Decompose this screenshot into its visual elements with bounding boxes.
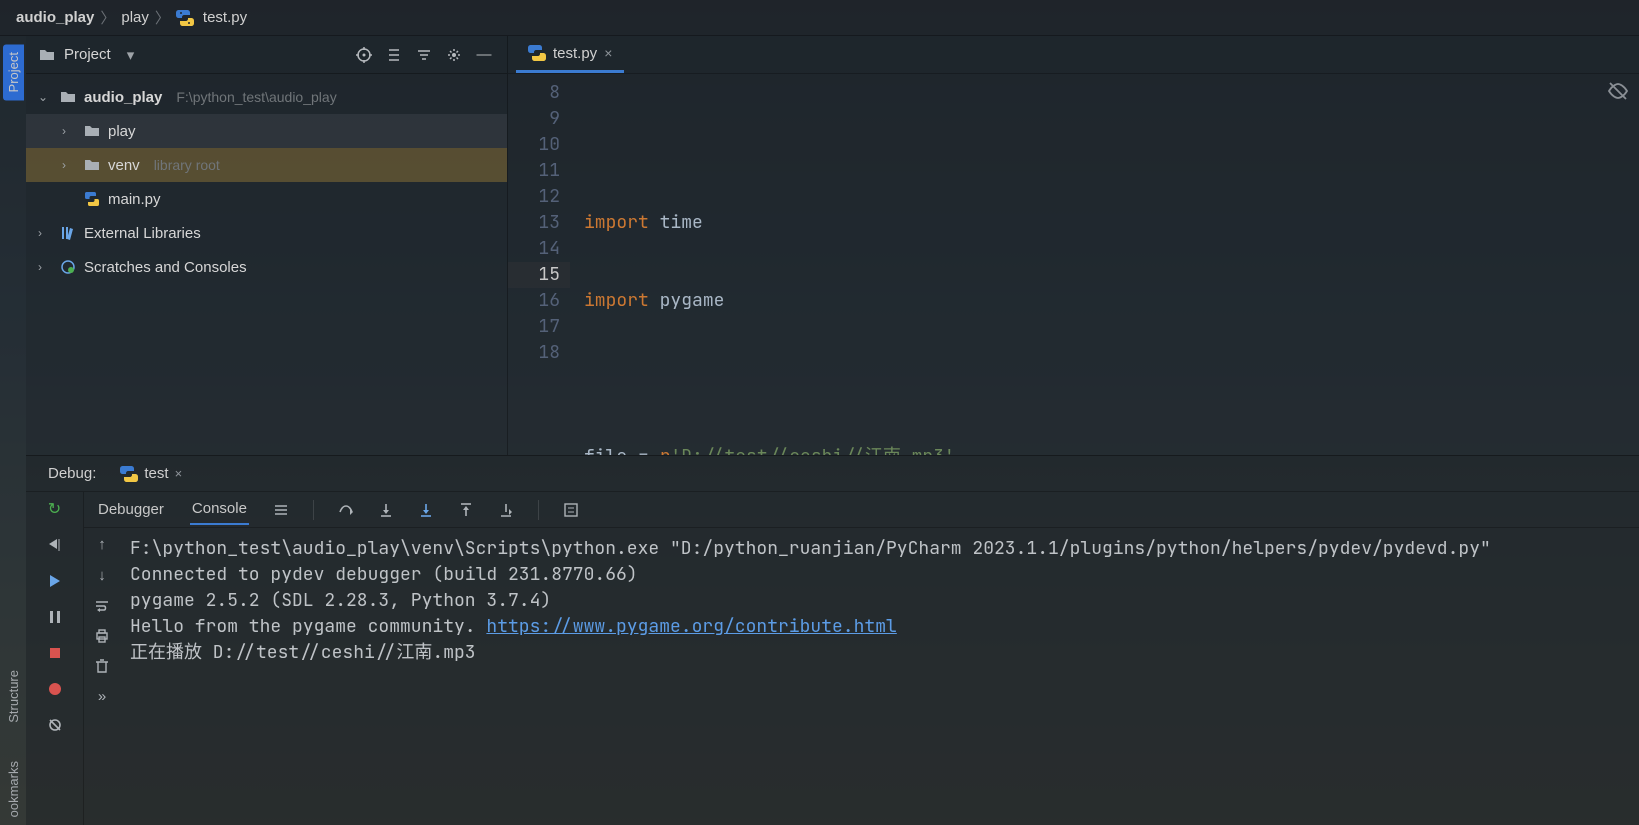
tree-label: play xyxy=(108,123,136,140)
modify-run-icon[interactable] xyxy=(42,534,68,556)
editor-area: test.py × 891011121314 15 161718 import … xyxy=(508,36,1639,455)
debug-title: Debug: xyxy=(48,465,96,482)
tree-label: main.py xyxy=(108,191,161,208)
reader-mode-icon[interactable] xyxy=(1607,80,1629,102)
code-editor[interactable]: 891011121314 15 161718 import time impor… xyxy=(508,74,1639,455)
project-icon xyxy=(38,46,56,64)
evaluate-icon[interactable] xyxy=(563,502,579,518)
chevron-right-icon[interactable]: › xyxy=(38,260,52,274)
debug-action-column: ↻ xyxy=(26,492,84,825)
tree-label: venv xyxy=(108,157,140,174)
close-tab-icon[interactable]: × xyxy=(604,45,612,61)
folder-icon xyxy=(60,89,76,105)
breadcrumb-sep-icon: 〉 xyxy=(100,7,115,28)
project-title[interactable]: Project xyxy=(64,46,111,63)
chevron-down-icon[interactable]: ⌄ xyxy=(38,90,52,104)
rerun-icon[interactable]: ↻ xyxy=(42,498,68,520)
pygame-link[interactable]: https://www.pygame.org/contribute.html xyxy=(486,615,896,638)
chevron-right-icon[interactable]: › xyxy=(62,158,76,172)
breadcrumb-root[interactable]: audio_play xyxy=(16,9,94,26)
soft-wrap-icon[interactable] xyxy=(94,598,110,614)
project-header: Project ▾ — xyxy=(26,36,507,74)
resume-icon[interactable] xyxy=(42,570,68,592)
print-icon[interactable] xyxy=(94,628,110,644)
chevron-right-icon[interactable]: › xyxy=(38,226,52,240)
breadcrumb-sep-icon: 〉 xyxy=(155,7,170,28)
stop-icon[interactable] xyxy=(42,642,68,664)
debugger-tab[interactable]: Debugger xyxy=(96,495,166,524)
expand-all-icon[interactable] xyxy=(383,44,405,66)
breadcrumb-file[interactable]: test.py xyxy=(176,9,247,27)
debug-tool-window: Debug: test × ↻ xyxy=(26,455,1639,825)
tree-label: External Libraries xyxy=(84,225,201,242)
tree-external-libraries[interactable]: › External Libraries xyxy=(26,216,507,250)
structure-tool-tab[interactable]: Structure xyxy=(3,662,24,731)
tree-meta: library root xyxy=(154,157,220,173)
close-icon[interactable]: × xyxy=(175,466,183,481)
console-action-column: ↑ ↓ » xyxy=(84,528,120,825)
view-breakpoints-icon[interactable] xyxy=(42,678,68,700)
threads-icon[interactable] xyxy=(273,502,289,518)
debug-run-tab-label: test xyxy=(144,465,168,482)
scroll-down-icon[interactable]: ↓ xyxy=(98,567,106,584)
collapse-all-icon[interactable] xyxy=(413,44,435,66)
editor-gutter: 891011121314 15 161718 xyxy=(508,74,570,455)
clear-icon[interactable] xyxy=(94,658,110,674)
python-file-icon xyxy=(120,465,138,483)
step-into-icon[interactable] xyxy=(378,502,394,518)
left-tool-strip: Project Structure ookmarks xyxy=(0,36,26,825)
step-into-my-icon[interactable] xyxy=(418,502,434,518)
tree-file-main[interactable]: main.py xyxy=(26,182,507,216)
python-file-icon xyxy=(176,9,194,27)
locate-icon[interactable] xyxy=(353,44,375,66)
debug-console-output[interactable]: F:\python_test\audio_play\venv\Scripts\p… xyxy=(120,528,1639,825)
run-to-cursor-icon[interactable] xyxy=(498,502,514,518)
project-tree[interactable]: ⌄ audio_play F:\python_test\audio_play ›… xyxy=(26,74,507,455)
step-out-icon[interactable] xyxy=(458,502,474,518)
debug-header: Debug: test × xyxy=(26,456,1639,492)
project-view-dropdown-icon[interactable]: ▾ xyxy=(127,46,135,64)
tree-root-path: F:\python_test\audio_play xyxy=(176,89,336,105)
settings-icon[interactable] xyxy=(443,44,465,66)
project-tool-window: Project ▾ — ⌄ audio_play xyxy=(26,36,508,455)
editor-code[interactable]: import time import pygame file = r'D://t… xyxy=(570,74,1639,455)
editor-tab-label: test.py xyxy=(553,45,597,62)
tree-folder-play[interactable]: › play xyxy=(26,114,507,148)
breadcrumb-file-label: test.py xyxy=(203,9,247,26)
debug-tabs: Debugger Console xyxy=(84,492,1639,528)
scratches-icon xyxy=(60,259,76,275)
tree-root[interactable]: ⌄ audio_play F:\python_test\audio_play xyxy=(26,80,507,114)
debug-run-tab[interactable]: test × xyxy=(110,461,192,487)
python-file-icon xyxy=(84,191,100,207)
tree-folder-venv[interactable]: › venv library root xyxy=(26,148,507,182)
step-over-icon[interactable] xyxy=(338,502,354,518)
editor-tabbar: test.py × xyxy=(508,36,1639,74)
tree-root-label: audio_play xyxy=(84,89,162,106)
hide-panel-icon[interactable]: — xyxy=(473,44,495,66)
pause-icon[interactable] xyxy=(42,606,68,628)
project-tool-tab[interactable]: Project xyxy=(3,44,24,100)
folder-icon xyxy=(84,123,100,139)
breadcrumb-folder[interactable]: play xyxy=(121,9,149,26)
console-tab[interactable]: Console xyxy=(190,494,249,525)
folder-icon xyxy=(84,157,100,173)
bookmarks-tool-tab[interactable]: ookmarks xyxy=(3,753,24,825)
mute-breakpoints-icon[interactable] xyxy=(42,714,68,736)
chevron-right-icon[interactable]: › xyxy=(62,124,76,138)
show-prompt-icon[interactable]: » xyxy=(98,688,106,705)
library-icon xyxy=(60,225,76,241)
tree-label: Scratches and Consoles xyxy=(84,259,247,276)
breadcrumb: audio_play 〉 play 〉 test.py xyxy=(0,0,1639,36)
editor-tab-test[interactable]: test.py × xyxy=(516,38,624,73)
tree-scratches[interactable]: › Scratches and Consoles xyxy=(26,250,507,284)
scroll-up-icon[interactable]: ↑ xyxy=(98,536,106,553)
python-file-icon xyxy=(528,44,546,62)
